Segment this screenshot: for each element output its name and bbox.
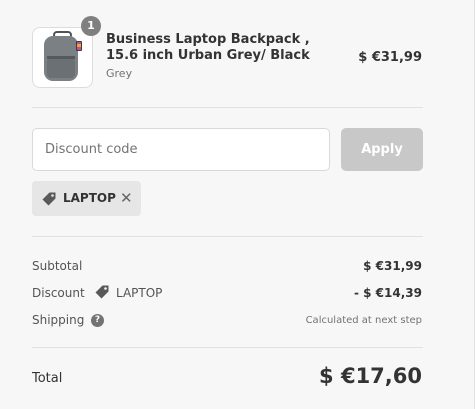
shipping-label: Shipping <box>32 313 85 327</box>
discount-code-input[interactable] <box>32 128 330 171</box>
shipping-value: Calculated at next step <box>305 315 422 326</box>
product-variant: Grey <box>106 67 133 80</box>
applied-discount-tag: LAPTOP ✕ <box>32 181 141 216</box>
discount-label: Discount <box>32 286 85 300</box>
order-summary: 1 Business Laptop Backpack , 15.6 inch U… <box>0 0 475 409</box>
help-icon[interactable]: ? <box>91 314 104 327</box>
total-value: $ €17,60 <box>319 364 422 388</box>
discount-value: - $ €14,39 <box>354 286 422 300</box>
product-price: $ €31,99 <box>358 50 422 65</box>
divider <box>32 236 423 237</box>
apply-button[interactable]: Apply <box>341 128 423 171</box>
subtotal-value: $ €31,99 <box>363 259 422 273</box>
subtotal-label: Subtotal <box>32 259 83 273</box>
quantity-badge: 1 <box>81 16 101 36</box>
total-label: Total <box>32 371 63 386</box>
product-thumbnail <box>32 27 93 88</box>
discount-code-label: LAPTOP <box>116 286 163 300</box>
applied-code-label: LAPTOP <box>63 191 116 205</box>
close-icon[interactable]: ✕ <box>120 189 133 207</box>
tag-icon <box>42 192 56 206</box>
divider <box>32 107 423 108</box>
backpack-image <box>44 31 82 81</box>
product-name: Business Laptop Backpack , 15.6 inch Urb… <box>106 32 310 63</box>
divider <box>32 347 423 348</box>
tag-icon <box>95 285 109 299</box>
